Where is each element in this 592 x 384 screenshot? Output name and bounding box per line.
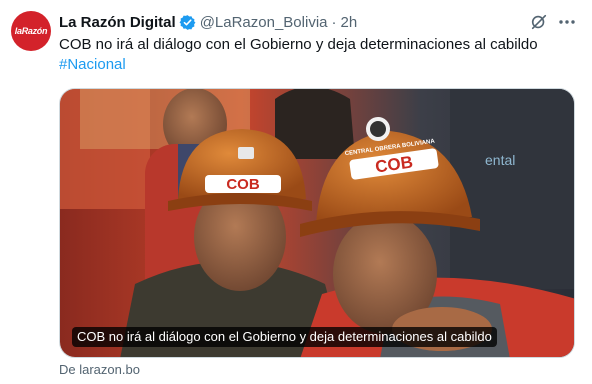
more-options-icon[interactable] (557, 13, 577, 31)
news-photo: ental COB COB CENTRAL OBRERA BOLIVIANA (60, 89, 574, 357)
avatar-logo-text: laRazón (14, 26, 48, 36)
card-caption: COB no irá al diálogo con el Gobierno y … (72, 327, 497, 347)
tweet-body: COB no irá al diálogo con el Gobierno y … (59, 36, 538, 53)
helmet-cob-left: COB (226, 176, 260, 193)
link-source[interactable]: De larazon.bo (59, 362, 140, 377)
grok-icon[interactable] (530, 13, 548, 31)
timestamp[interactable]: 2h (341, 14, 358, 31)
background-logo-text: ental (485, 152, 515, 168)
tweet-header: La Razón Digital @LaRazon_Bolivia · 2h (59, 12, 357, 32)
author-handle[interactable]: @LaRazon_Bolivia (200, 14, 328, 31)
tweet[interactable]: laRazón La Razón Digital @LaRazon_Bolivi… (0, 0, 592, 384)
link-card-image[interactable]: ental COB COB CENTRAL OBRERA BOLIVIANA C… (59, 88, 575, 358)
avatar[interactable]: laRazón (11, 11, 51, 51)
hashtag-link[interactable]: #Nacional (59, 55, 579, 75)
tweet-text: COB no irá al diálogo con el Gobierno y … (59, 35, 579, 75)
author-name[interactable]: La Razón Digital (59, 14, 176, 31)
verified-badge-icon (179, 14, 196, 30)
separator-dot: · (331, 13, 337, 31)
